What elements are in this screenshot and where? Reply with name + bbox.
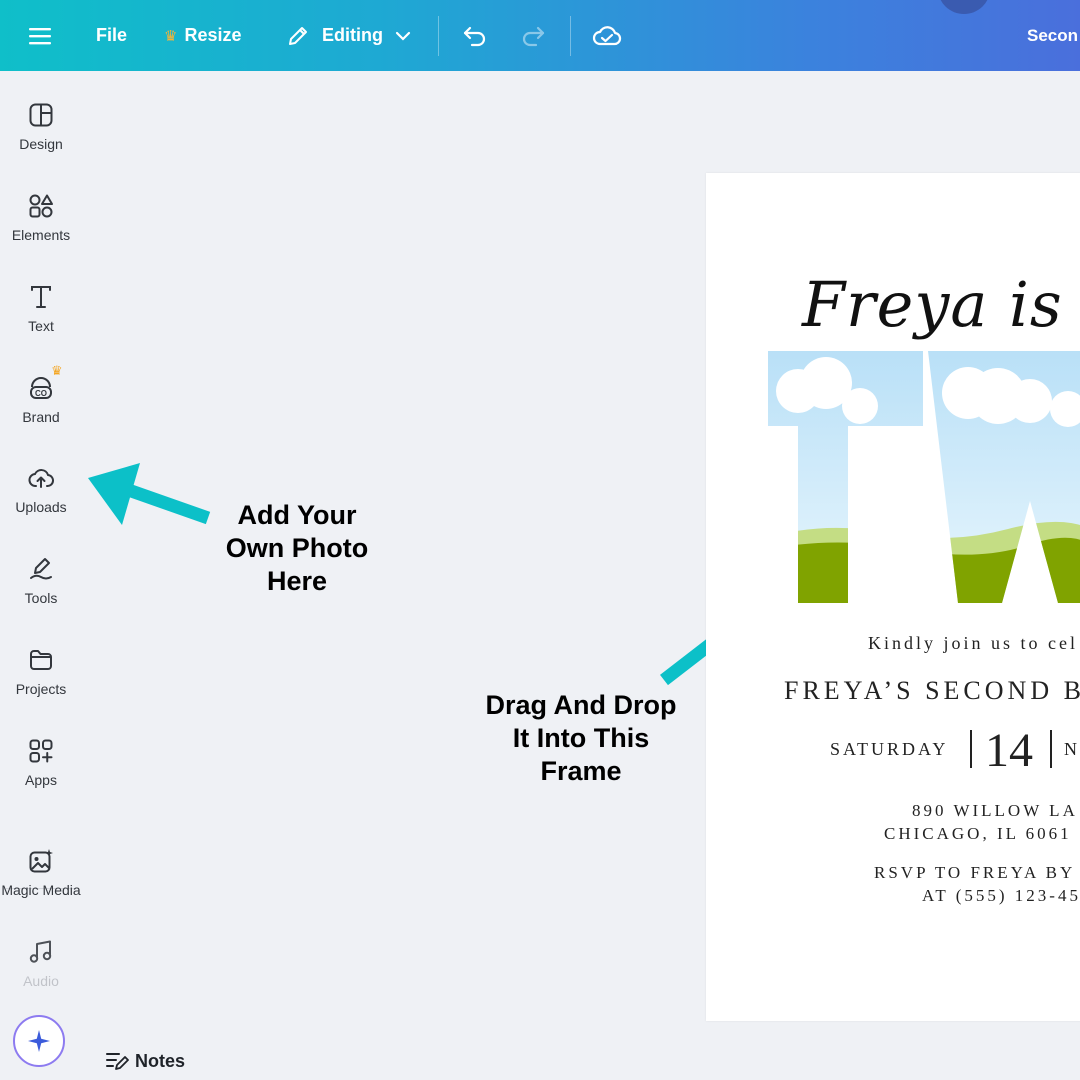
- callout-line: Here: [266, 566, 328, 596]
- invitation-event-name[interactable]: FREYA’S SECOND B: [784, 676, 1080, 706]
- invitation-rsvp-line2[interactable]: AT (555) 123-45: [922, 886, 1080, 906]
- arrow-to-uploads: [88, 463, 211, 525]
- invitation-address-line2[interactable]: CHICAGO, IL 6061: [884, 824, 1080, 844]
- frame-callout: Drag And Drop It Into This Frame: [465, 689, 697, 788]
- invitation-address-line1[interactable]: 890 WILLOW LA: [912, 801, 1080, 821]
- date-divider: [1050, 730, 1052, 768]
- design-canvas-page[interactable]: Freya is tu: [706, 173, 1080, 1021]
- callout-line: Own Photo: [225, 533, 369, 563]
- invitation-month[interactable]: N: [1064, 739, 1080, 760]
- uploads-callout: Add Your Own Photo Here: [207, 499, 387, 598]
- letter-photo-frame[interactable]: [768, 351, 1080, 603]
- callout-line: Add Your: [237, 500, 357, 530]
- callout-line: Drag And Drop: [485, 690, 677, 720]
- invitation-rsvp-line1[interactable]: RSVP TO FREYA BY: [874, 863, 1080, 883]
- callout-line: Frame: [540, 756, 622, 786]
- callout-line: It Into This: [512, 723, 650, 753]
- invitation-kindly-line[interactable]: Kindly join us to cel: [868, 633, 1080, 654]
- invitation-title[interactable]: Freya is tu: [802, 268, 1080, 341]
- date-divider: [970, 730, 972, 768]
